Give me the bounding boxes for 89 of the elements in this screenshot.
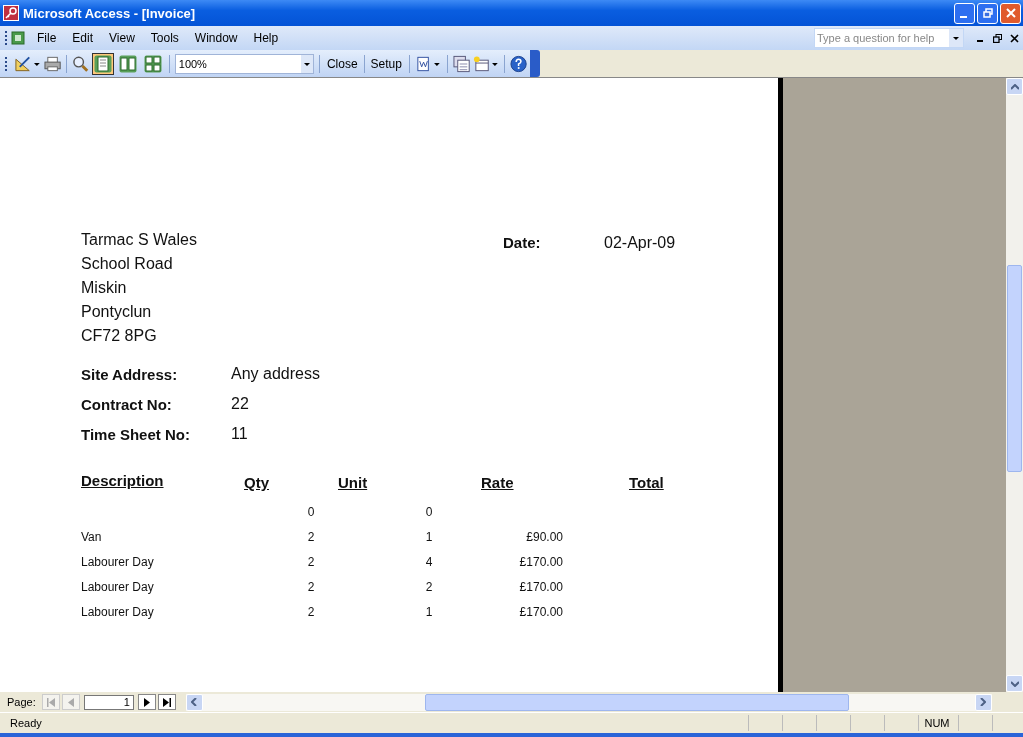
- table-cell: Labourer Day: [81, 554, 154, 569]
- address-line: Pontyclun: [81, 302, 153, 322]
- num-lock-indicator: NUM: [918, 715, 955, 731]
- new-object-icon[interactable]: [472, 54, 500, 73]
- scroll-up-button[interactable]: [1006, 78, 1023, 95]
- column-heading: Unit: [338, 474, 368, 491]
- next-page-button[interactable]: [137, 694, 156, 710]
- page-number-field[interactable]: 1: [83, 694, 134, 710]
- table-cell: £170.00: [519, 579, 563, 594]
- address-line: Miskin: [81, 278, 128, 298]
- last-page-button[interactable]: [157, 694, 176, 710]
- toolbar-button[interactable]: Close: [324, 54, 360, 73]
- magnifier-icon[interactable]: [71, 54, 89, 73]
- table-cell: Van: [81, 529, 102, 544]
- triangle-right-icon: [141, 697, 152, 707]
- field-label: Site Address:: [81, 365, 179, 383]
- scroll-right-button[interactable]: [974, 693, 992, 711]
- table-cell: 0: [425, 504, 433, 519]
- chevron-left-icon: [191, 698, 198, 706]
- form-icon: [11, 31, 25, 45]
- zoom-dropdown[interactable]: 100%: [174, 53, 314, 74]
- column-heading: Total: [629, 474, 664, 491]
- menu-item[interactable]: Edit: [66, 29, 100, 47]
- table-cell: 2: [307, 604, 315, 619]
- menu-item[interactable]: File: [31, 29, 63, 47]
- close-icon: [1005, 8, 1016, 18]
- column-heading: Description: [81, 472, 164, 489]
- menu-item[interactable]: View: [103, 29, 141, 47]
- scroll-thumb[interactable]: [424, 693, 849, 711]
- table-cell: 2: [307, 554, 315, 569]
- word-document-icon[interactable]: [414, 54, 442, 73]
- caret-icon[interactable]: [949, 29, 963, 47]
- table-cell: 4: [425, 554, 433, 569]
- key-icon: [3, 5, 19, 21]
- triangle-left-icon: [65, 697, 76, 707]
- table-cell: £170.00: [519, 554, 563, 569]
- field-label: Time Sheet No:: [81, 425, 191, 443]
- menu-item[interactable]: Help: [247, 29, 285, 47]
- scroll-thumb[interactable]: [1007, 265, 1022, 472]
- scroll-down-button[interactable]: [1006, 675, 1023, 692]
- horizontal-scrollbar[interactable]: [185, 693, 992, 711]
- first-page-icon: [45, 697, 56, 707]
- address-line: CF72 8PG: [81, 326, 158, 346]
- restore-icon: [982, 8, 993, 18]
- help-icon[interactable]: [510, 54, 528, 73]
- restore-button[interactable]: [977, 2, 998, 24]
- table-cell: 2: [307, 579, 315, 594]
- table-cell: Labourer Day: [81, 579, 154, 594]
- vertical-scrollbar[interactable]: [1006, 78, 1023, 692]
- menu-item[interactable]: Tools: [144, 29, 185, 47]
- table-cell: £90.00: [526, 529, 563, 544]
- chevron-down-icon: [1010, 680, 1019, 687]
- printer-icon[interactable]: [43, 54, 61, 73]
- table-cell: 2: [425, 579, 433, 594]
- table-cell: 0: [307, 504, 315, 519]
- scroll-left-button[interactable]: [185, 693, 203, 711]
- date-label: Date:: [503, 234, 542, 251]
- minimize-button[interactable]: [954, 2, 975, 24]
- table-cell: Labourer Day: [81, 604, 154, 619]
- toolbar-button[interactable]: Setup: [368, 54, 404, 73]
- table-cell: 2: [307, 529, 315, 544]
- page-label: Page:: [7, 696, 36, 708]
- minimize-icon: [960, 16, 967, 18]
- table-cell: 1: [425, 529, 433, 544]
- caret-icon[interactable]: [300, 54, 313, 73]
- chevron-up-icon: [1010, 83, 1019, 90]
- window-title: Microsoft Access - [Invoice]: [23, 5, 196, 21]
- restore-icon[interactable]: [993, 33, 1002, 43]
- status-text: Ready: [9, 717, 43, 729]
- help-search-field[interactable]: Type a question for help: [814, 28, 964, 48]
- field-value: 11: [231, 425, 248, 443]
- column-heading: Rate: [481, 474, 514, 491]
- last-page-icon: [161, 697, 172, 707]
- chevron-right-icon: [980, 698, 987, 706]
- column-heading: Qty: [244, 474, 269, 491]
- close-button[interactable]: [1000, 2, 1021, 24]
- menu-item[interactable]: Window: [188, 29, 244, 47]
- design-ruler-icon[interactable]: [13, 54, 41, 73]
- field-value: Any address: [231, 365, 320, 383]
- address-line: School Road: [81, 254, 174, 274]
- field-value: 22: [231, 395, 249, 413]
- one-page-button[interactable]: [91, 52, 114, 75]
- table-cell: 1: [425, 604, 433, 619]
- date-value: 02-Apr-09: [604, 234, 676, 252]
- field-label: Contract No:: [81, 395, 173, 413]
- table-cell: £170.00: [519, 604, 563, 619]
- close-icon[interactable]: [1010, 33, 1019, 43]
- database-window-icon[interactable]: [452, 54, 470, 73]
- address-line: Tarmac S Wales: [81, 230, 198, 250]
